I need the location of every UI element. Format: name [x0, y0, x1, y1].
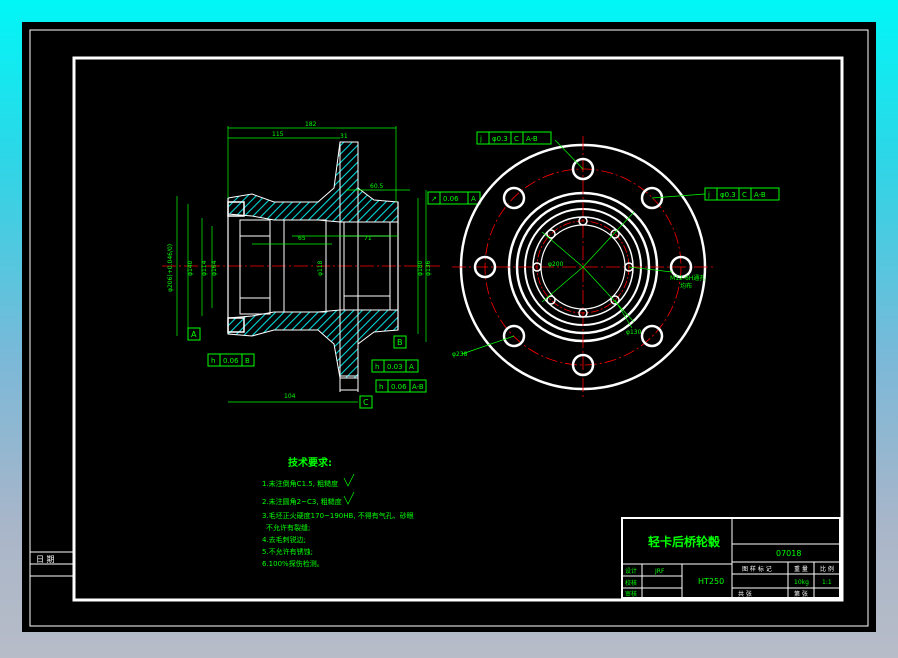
tech-item-1: 1.未注倒角C1.5, 粗糙度	[262, 479, 338, 488]
svg-text:A-B: A-B	[526, 135, 538, 143]
tolerance-frame-4: h 0.06 A-B	[375, 379, 427, 393]
row-check: 校核	[625, 579, 637, 587]
tech-item-3: 3.毛坯正火硬度170~190HB, 不得有气孔、砂眼	[262, 511, 414, 520]
tolerance-frame-3: h 0.03 A	[371, 359, 419, 373]
svg-text:A: A	[409, 363, 414, 371]
svg-text:↗: ↗	[431, 195, 437, 203]
sheet-no: 第 张	[794, 590, 808, 598]
part-name: 轻卡后桥轮毂	[648, 534, 721, 549]
datum-c: C	[359, 395, 373, 409]
designer: JRF	[654, 568, 665, 575]
section-view: 182 115 31 60.5 65 104 71 φ114 φ140 φ164…	[162, 121, 481, 409]
label-m12: M12-6H通孔	[670, 274, 705, 282]
dim-phi206: φ206(+0.046/0)	[167, 244, 174, 292]
label-phi238: φ238	[452, 351, 468, 358]
dim-104: 104	[284, 393, 296, 400]
tech-heading: 技术要求:	[288, 456, 332, 469]
svg-text:j: j	[707, 191, 710, 199]
position-frame-2: j φ0.3 C A-B	[704, 187, 780, 201]
svg-text:B: B	[245, 357, 250, 365]
material: HT250	[698, 577, 724, 586]
dim-182: 182	[305, 121, 317, 128]
outer-frame	[29, 29, 869, 627]
header-weight: 重 量	[794, 565, 808, 573]
svg-text:φ0.3: φ0.3	[492, 135, 508, 143]
tech-item-6: 5.不允许有锈蚀;	[262, 547, 313, 556]
roughness-symbol-1	[343, 473, 355, 487]
svg-text:B: B	[397, 338, 403, 347]
dim-60-5: 60.5	[370, 183, 384, 190]
dim-phi180: φ180	[417, 260, 424, 276]
svg-text:C: C	[742, 191, 747, 199]
sheet-total: 共 张	[738, 590, 752, 598]
front-view: M12-6H通孔 均布 φ130 φ238 φ200 j φ0.3 C A-B …	[452, 131, 780, 398]
left-stamp-text: 日 期	[36, 555, 55, 564]
datum-b: B	[393, 335, 407, 349]
scale: 1:1	[822, 579, 832, 586]
dim-31: 31	[340, 133, 348, 140]
dim-phi118: φ118	[317, 260, 324, 276]
header-scale: 比 例	[820, 565, 834, 573]
title-block	[621, 517, 841, 599]
weight: 10kg	[794, 579, 809, 586]
svg-text:0.03: 0.03	[387, 363, 403, 371]
drawing-number: 07018	[776, 549, 801, 558]
row-design: 设计	[625, 567, 637, 575]
svg-text:C: C	[363, 398, 369, 407]
svg-text:A-B: A-B	[754, 191, 766, 199]
svg-text:h: h	[375, 363, 379, 371]
tolerance-frame-1: ↗ 0.06 A	[427, 191, 481, 205]
tech-item-5: 4.去毛刺锐边;	[262, 535, 306, 544]
svg-text:0.06: 0.06	[391, 383, 407, 391]
dim-115: 115	[272, 131, 284, 138]
dim-phi164: φ164	[211, 260, 218, 276]
cad-drawing: 日 期 182 115 31 60.5 65 104 71 φ114 φ140 …	[29, 29, 869, 627]
position-frame-1: j φ0.3 C A-B	[476, 131, 552, 145]
roughness-symbol-2	[343, 491, 355, 505]
dim-phi114: φ114	[201, 260, 208, 276]
tech-item-2: 2.未注圆角2~C3, 粗糙度	[262, 497, 342, 506]
svg-text:A: A	[191, 330, 197, 339]
technical-requirements: 技术要求: 1.未注倒角C1.5, 粗糙度 2.未注圆角2~C3, 粗糙度 3.…	[262, 456, 414, 568]
svg-text:0.06: 0.06	[223, 357, 239, 365]
label-phi130: φ130	[626, 329, 642, 336]
tech-item-4: 不允许有裂缝;	[266, 523, 310, 532]
svg-text:A: A	[471, 195, 476, 203]
label-even: 均布	[680, 282, 692, 290]
dim-71: 71	[364, 235, 372, 242]
svg-text:h: h	[211, 357, 215, 365]
svg-text:A-B: A-B	[412, 383, 424, 391]
datum-a: A	[187, 327, 201, 341]
svg-text:0.06: 0.06	[443, 195, 459, 203]
svg-text:j: j	[479, 135, 482, 143]
tolerance-frame-2: h 0.06 B	[207, 353, 255, 367]
svg-text:C: C	[514, 135, 519, 143]
row-audit: 审核	[625, 590, 637, 598]
left-stamp: 日 期	[29, 551, 75, 577]
label-phi200: φ200	[548, 261, 564, 268]
tech-item-7: 6.100%探伤检测。	[262, 559, 324, 568]
header-mark: 图 样 标 记	[742, 565, 772, 573]
svg-text:φ0.3: φ0.3	[720, 191, 736, 199]
dim-phi140: φ140	[187, 260, 194, 276]
svg-text:h: h	[379, 383, 383, 391]
dim-65: 65	[298, 235, 306, 242]
drawing-sheet: 日 期 182 115 31 60.5 65 104 71 φ114 φ140 …	[22, 22, 876, 632]
dim-phi136: φ136	[425, 260, 432, 276]
